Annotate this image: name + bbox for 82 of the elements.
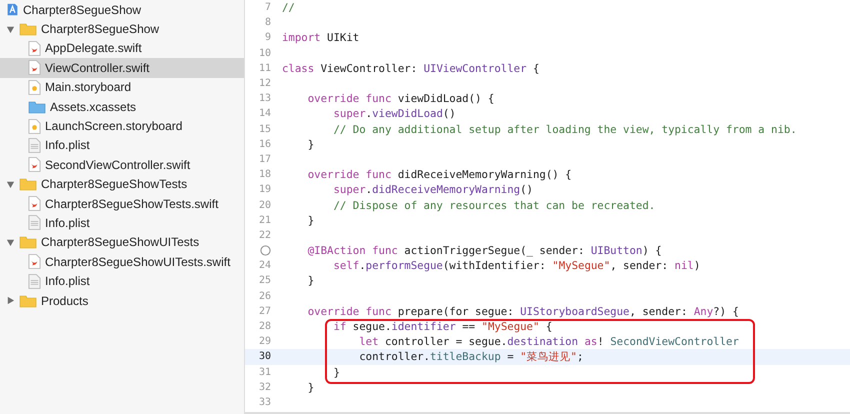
line-number: 31 (258, 366, 271, 378)
navigator-item[interactable]: Info.plist (0, 136, 244, 156)
line-number: 9 (264, 32, 271, 44)
navigator-item[interactable]: Assets.xcassets (0, 96, 244, 116)
code-line: } (306, 214, 314, 227)
navigator-item[interactable]: SecondViewController.swift (0, 155, 244, 175)
line-number: 17 (258, 154, 271, 165)
navigator-item[interactable]: Main.storyboard (0, 78, 244, 97)
code-line: super.didReceiveMemoryWarning() (332, 183, 533, 196)
line-number: 8 (264, 17, 271, 28)
swift-file-icon (28, 40, 41, 56)
swift-file-icon (28, 196, 41, 212)
code-line: // Do any additional setup after loading the view, typically from a nib. (332, 122, 797, 136)
disclosure-triangle-icon[interactable] (6, 24, 15, 34)
code-line: } (332, 366, 340, 379)
swift-file-icon (28, 60, 41, 76)
navigator-item[interactable]: Products (0, 290, 244, 310)
code-line: // Dispose of any resources that can be recreated. (332, 198, 656, 212)
code-line: } (306, 138, 314, 151)
navigator-item[interactable]: Charpter8SegueShowTests (0, 174, 244, 194)
line-number: 28 (258, 321, 271, 332)
line-number: 33 (258, 396, 271, 408)
line-number: 7 (264, 2, 271, 14)
storyboard-file-icon (28, 80, 41, 95)
disclosure-triangle-icon[interactable] (6, 180, 15, 189)
plist-file-icon (28, 274, 41, 289)
code-line: } (306, 274, 314, 288)
disclosure-triangle-icon[interactable] (6, 296, 15, 306)
folder-icon (19, 294, 37, 308)
line-number: 14 (258, 108, 271, 120)
plist-file-icon (28, 138, 41, 153)
line-number: 32 (258, 382, 271, 393)
folder-icon (28, 100, 46, 114)
code-line: controller.titleBackup = "菜鸟进见"; (358, 350, 584, 364)
code-line: @IBAction func actionTriggerSegue(_ sender: UIButton) { (306, 244, 662, 258)
navigator-item[interactable]: Charpter8SegueShow (0, 0, 244, 20)
line-number: 13 (258, 93, 271, 104)
code-line: self.performSegue(withIdentifier: "MySegue", sender: nil) (332, 259, 700, 272)
swift-file-icon (28, 254, 41, 270)
navigator-item[interactable]: ViewController.swift (0, 58, 244, 78)
disclosure-triangle-icon[interactable] (6, 238, 15, 247)
line-number: 11 (258, 62, 271, 74)
navigator-item[interactable]: LaunchScreen.storyboard (0, 116, 244, 136)
code-line: override func prepare(for segue: UIStoryboardSegue, sender: Any?) { (306, 304, 739, 318)
folder-icon (19, 177, 37, 192)
line-number: 27 (258, 306, 271, 317)
code-line: class ViewController: UIViewController { (282, 62, 540, 75)
code-line: override func viewDidLoad() { (306, 92, 494, 106)
plist-file-icon (28, 215, 41, 230)
navigator-item[interactable]: AppDelegate.swift (0, 38, 244, 58)
folder-icon (19, 22, 37, 36)
storyboard-file-icon (28, 118, 41, 134)
folder-icon (19, 235, 37, 250)
navigator-item[interactable]: Charpter8SegueShowTests.swift (0, 194, 244, 214)
navigator-item[interactable]: Info.plist (0, 271, 244, 291)
line-number: 22 (258, 230, 271, 241)
line-number: 15 (258, 124, 271, 135)
line-number: 16 (258, 138, 271, 150)
code-line: super.viewDidLoad() (332, 107, 456, 120)
line-number: 25 (258, 275, 271, 286)
code-line: } (306, 380, 314, 394)
code-line: if segue.identifier == "MySegue" { (332, 320, 552, 334)
line-number: 26 (258, 290, 271, 302)
line-number: 24 (258, 260, 271, 272)
line-number: 10 (258, 48, 271, 59)
navigator-item[interactable]: Info.plist (0, 213, 244, 233)
code-line: import UIKit (282, 31, 360, 44)
code-line: // (282, 1, 295, 14)
swift-file-icon (28, 157, 41, 172)
navigator-item[interactable]: Charpter8SegueShowUITests (0, 232, 244, 252)
connection-circle-icon[interactable] (260, 245, 271, 256)
line-number: 30 (258, 351, 271, 362)
navigator-item[interactable]: Charpter8SegueShow (0, 19, 244, 39)
line-number: 29 (258, 336, 271, 348)
line-number: 20 (258, 200, 271, 211)
navigator-item[interactable]: Charpter8SegueShowUITests.swift (0, 252, 244, 272)
code-line: override func didReceiveMemoryWarning() { (306, 168, 572, 182)
line-number: 18 (258, 169, 271, 180)
line-number: 21 (258, 214, 271, 226)
code-line: let controller = segue.destination as! SecondViewController (358, 335, 739, 348)
line-number: 19 (258, 184, 271, 196)
line-number: 12 (258, 78, 271, 90)
